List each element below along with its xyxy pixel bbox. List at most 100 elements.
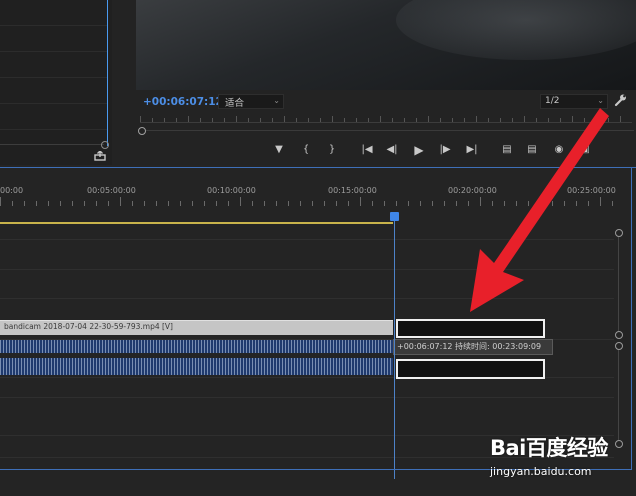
ruler-label: 00:00	[0, 186, 24, 195]
step-forward-icon[interactable]: |▶	[438, 143, 452, 157]
ruler-tick	[416, 118, 417, 122]
video-clip[interactable]: bandicam 2018-07-04 22-30-59-793.mp4 [V]	[0, 320, 393, 335]
ruler-tick	[380, 116, 381, 122]
timeline-ruler-tick	[468, 201, 469, 206]
timeline-ruler-tick	[240, 197, 241, 206]
timeline-ruler-tick	[432, 201, 433, 206]
scrollbar-track[interactable]	[618, 237, 619, 331]
ruler-tick	[332, 116, 333, 122]
timeline-ruler-tick	[384, 201, 385, 206]
zoom-level-select[interactable]: 适合 ⌄	[218, 94, 284, 109]
ruler-tick	[356, 118, 357, 122]
go-to-in-icon[interactable]: |◀	[360, 143, 374, 157]
ruler-tick	[164, 118, 165, 122]
monitor-playhead-knob[interactable]	[138, 127, 146, 135]
scrollbar-bottom-knob[interactable]	[615, 331, 623, 339]
timeline-ruler-tick	[84, 201, 85, 206]
mark-out-icon[interactable]: }	[325, 143, 339, 157]
ruler-tick	[308, 118, 309, 122]
timeline-ruler-tick	[312, 201, 313, 206]
project-panel-scrollbar[interactable]	[107, 0, 108, 146]
timeline-ruler-tick	[60, 201, 61, 206]
timeline-ruler-tick	[456, 201, 457, 206]
monitor-zoom-scrollbar[interactable]	[146, 130, 634, 131]
scrollbar-top-knob[interactable]	[615, 229, 623, 237]
export-icon[interactable]	[94, 151, 106, 161]
track-divider	[0, 397, 614, 398]
panel-focus-border	[631, 167, 632, 470]
export-frame-icon[interactable]: ◉	[552, 143, 566, 157]
ruler-tick	[608, 118, 609, 122]
audio-clip[interactable]	[0, 340, 393, 353]
ruler-tick	[500, 118, 501, 122]
play-icon[interactable]: ▶	[412, 143, 426, 157]
timeline-ruler-tick	[156, 201, 157, 206]
ruler-tick	[368, 118, 369, 122]
timeline-ruler-tick	[132, 201, 133, 206]
compare-icon[interactable]: ▣	[578, 143, 592, 157]
project-panel	[0, 0, 112, 165]
lift-icon[interactable]: ▤	[500, 143, 514, 157]
ruler-tick	[560, 118, 561, 122]
add-marker-icon[interactable]: ▼	[272, 143, 286, 157]
ruler-tick	[200, 118, 201, 122]
ruler-tick	[212, 118, 213, 122]
ruler-tick	[284, 116, 285, 122]
wrench-icon[interactable]	[613, 93, 627, 107]
ruler-tick	[140, 116, 141, 122]
go-to-out-icon[interactable]: ▶|	[465, 143, 479, 157]
drag-duration-tooltip: +00:06:07:12 持续时间: 00:23:09:09	[393, 339, 553, 355]
scrollbar-track[interactable]	[618, 350, 619, 440]
timeline-ruler-tick	[528, 201, 529, 206]
audio-waveform	[0, 340, 393, 353]
mark-in-icon[interactable]: {	[299, 143, 313, 157]
playhead-timecode[interactable]: +00:06:07:12	[143, 96, 223, 108]
work-area-bar[interactable]	[0, 222, 393, 224]
track-divider	[0, 239, 614, 240]
timeline-ruler-tick	[216, 201, 217, 206]
ruler-label: 00:25:00:00	[567, 186, 616, 195]
project-zoom-slider-knob[interactable]	[101, 141, 109, 149]
timeline-ruler-tick	[360, 197, 361, 206]
chevron-down-icon: ⌄	[597, 96, 604, 105]
video-clip-label: bandicam 2018-07-04 22-30-59-793.mp4 [V]	[4, 322, 173, 331]
timeline-ruler-tick	[564, 201, 565, 206]
timeline-ruler-tick	[108, 201, 109, 206]
timeline-ruler-tick	[228, 201, 229, 206]
monitor-time-ruler[interactable]	[140, 114, 632, 124]
timeline-ruler-tick	[120, 197, 121, 206]
program-monitor: +00:06:07:12 适合 ⌄ 1/2 ⌄ ▼ { } |◀ ◀| ▶ |▶…	[112, 0, 636, 165]
step-back-icon[interactable]: ◀|	[385, 143, 399, 157]
playhead-line[interactable]	[394, 217, 395, 479]
timeline-ruler-tick	[612, 201, 613, 206]
ruler-tick	[320, 118, 321, 122]
audio-clip[interactable]	[0, 358, 393, 375]
ruler-label: 00:20:00:00	[448, 186, 497, 195]
ruler-tick	[524, 116, 525, 122]
ruler-label: 00:05:00:00	[87, 186, 136, 195]
timeline-ruler-tick	[492, 201, 493, 206]
extract-icon[interactable]: ▤	[525, 143, 539, 157]
ruler-tick	[248, 118, 249, 122]
audio-waveform	[0, 358, 393, 375]
ruler-tick	[584, 118, 585, 122]
ruler-tick	[224, 118, 225, 122]
timeline-ruler-tick	[372, 201, 373, 206]
timeline-ruler-tick	[96, 201, 97, 206]
resolution-value: 1/2	[545, 96, 560, 106]
ruler-tick	[152, 118, 153, 122]
playback-resolution-select[interactable]: 1/2 ⌄	[540, 94, 608, 109]
playhead-handle[interactable]	[390, 212, 399, 221]
timeline-ruler-tick	[480, 197, 481, 206]
project-list-area[interactable]	[0, 0, 108, 146]
ruler-tick	[392, 118, 393, 122]
timeline-ruler-tick	[420, 201, 421, 206]
timeline-ruler-tick	[336, 201, 337, 206]
ruler-tick	[236, 116, 237, 122]
zoom-level-value: 适合	[225, 98, 245, 109]
timeline-ruler-tick	[600, 197, 601, 206]
video-clip-drag-outline	[396, 319, 545, 338]
scrollbar-top-knob[interactable]	[615, 342, 623, 350]
ruler-tick	[548, 118, 549, 122]
ruler-tick	[296, 118, 297, 122]
